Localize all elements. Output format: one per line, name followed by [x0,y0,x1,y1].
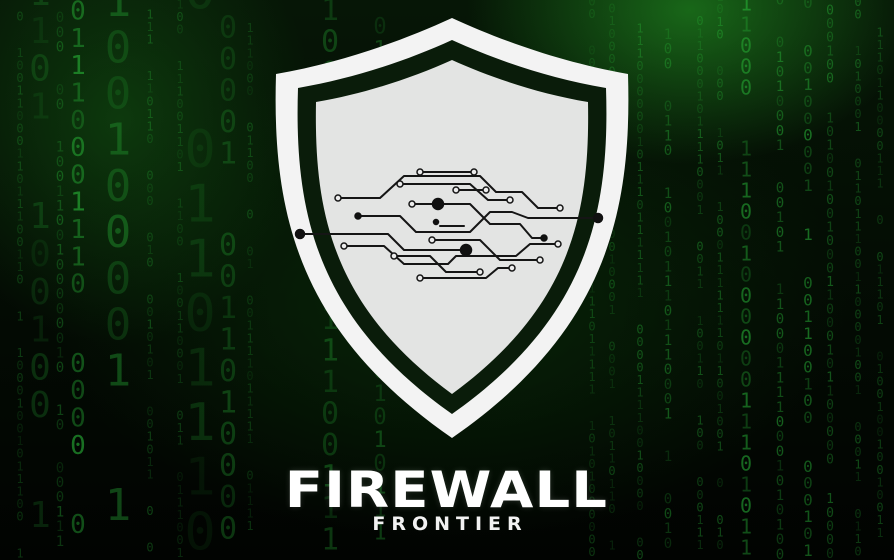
brand-title: FIREWALL [284,461,609,519]
brand-subtitle: FRONTIER [372,513,528,535]
logo-canvas: 0111000111000000100100001100000100110010… [0,0,894,560]
